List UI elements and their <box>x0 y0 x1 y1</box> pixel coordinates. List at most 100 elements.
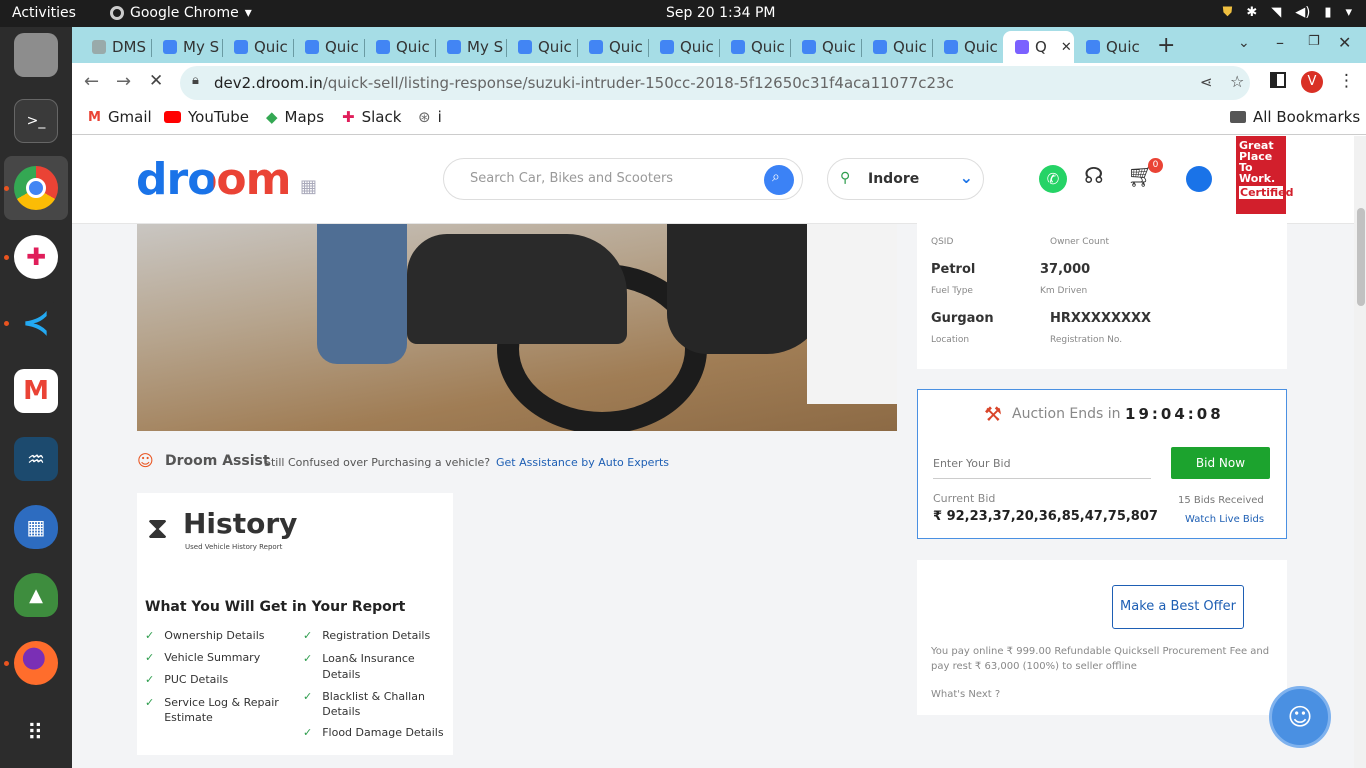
report-item-label: Loan& Insurance Details <box>322 652 415 681</box>
rocket-icon[interactable]: ▲ <box>14 573 58 617</box>
all-bookmarks-label: All Bookmarks <box>1253 108 1361 126</box>
bookmark-star-icon[interactable]: ☆ <box>1230 72 1244 91</box>
tab-5[interactable]: Quic <box>364 31 435 63</box>
mysql-workbench-icon[interactable]: ♒ <box>14 437 58 481</box>
auction-timer: 19:04:08 <box>1125 405 1224 423</box>
get-assistance-link[interactable]: Get Assistance by Auto Experts <box>496 456 669 469</box>
close-window-button[interactable]: ✕ <box>1338 33 1351 52</box>
timer-digit: 0 <box>1160 405 1175 423</box>
tab-10[interactable]: Quic <box>719 31 790 63</box>
new-tab-button[interactable]: + <box>1157 33 1175 58</box>
badge-line: Certified <box>1239 186 1294 199</box>
tab-1[interactable]: DMS <box>80 31 151 63</box>
share-icon[interactable]: ⋖ <box>1200 73 1213 91</box>
report-item: ✓ Flood Damage Details <box>303 726 444 739</box>
files-icon[interactable] <box>14 33 58 77</box>
vehicle-details-card: QSID Owner Count Petrol Fuel Type 37,000… <box>917 214 1287 369</box>
bookmark-label: YouTube <box>188 108 249 126</box>
stop-loading-button[interactable]: ✕ <box>149 71 163 91</box>
fuel-type-value: Petrol <box>931 262 976 277</box>
back-button[interactable]: ← <box>84 71 99 92</box>
firefox-icon[interactable] <box>14 641 58 685</box>
tab-3[interactable]: Quic <box>222 31 293 63</box>
report-item-label: Service Log & Repair Estimate <box>164 696 279 724</box>
tab-13[interactable]: Quic <box>932 31 1003 63</box>
tab-label: Quic <box>538 38 572 56</box>
app-menu[interactable]: Google Chrome ▾ <box>110 5 252 21</box>
tab-label: Quic <box>609 38 643 56</box>
whatsapp-icon[interactable]: ✆ <box>1039 165 1067 193</box>
tab-4[interactable]: Quic <box>293 31 364 63</box>
chrome-icon[interactable] <box>14 166 58 210</box>
chat-widget-button[interactable]: ☺ <box>1269 686 1331 748</box>
clock[interactable]: Sep 20 1:34 PM <box>666 5 776 21</box>
tab-label: My S <box>183 38 220 56</box>
bookmark-gmail[interactable]: M Gmail <box>88 108 152 126</box>
minimize-button[interactable]: – <box>1276 33 1284 52</box>
youtube-icon <box>164 111 181 123</box>
tab-9[interactable]: Quic <box>648 31 719 63</box>
tab-15[interactable]: Quic <box>1074 31 1145 63</box>
location-selector[interactable]: ⚲ Indore ⌄ <box>827 158 984 200</box>
history-title: History <box>183 507 298 540</box>
vscode-icon[interactable]: ≺ <box>14 301 58 345</box>
folder-icon <box>1230 111 1246 123</box>
check-icon: ✓ <box>303 629 313 642</box>
bid-input[interactable]: Enter Your Bid <box>933 447 1151 479</box>
address-bar[interactable]: 🔒︎ dev2.droom.in/quick-sell/listing-resp… <box>180 66 1250 100</box>
droom-logo[interactable]: droom <box>136 154 291 205</box>
registration-value: HRXXXXXXXX <box>1050 311 1152 326</box>
app-grid-icon[interactable]: ⠿ <box>14 712 58 756</box>
vehicle-photo[interactable] <box>137 224 897 431</box>
tab-favicon-icon <box>1015 40 1029 54</box>
bookmark-youtube[interactable]: YouTube <box>164 108 249 126</box>
bid-now-button[interactable]: Bid Now <box>1171 447 1270 479</box>
tab-2[interactable]: My S <box>151 31 222 63</box>
gmail-icon[interactable]: M <box>14 369 58 413</box>
tab-search-icon[interactable]: ⌄ <box>1238 35 1250 51</box>
site-info-icon[interactable]: 🔒︎ <box>192 73 199 88</box>
offer-card: Make a Best Offer You pay online ₹ 999.0… <box>917 560 1287 715</box>
tab-favicon-icon <box>163 40 177 54</box>
tab-label: Quic <box>1106 38 1140 56</box>
bookmark-i[interactable]: ⊛ i <box>418 108 442 126</box>
bookmark-maps[interactable]: ◆ Maps <box>266 108 324 126</box>
forward-button[interactable]: → <box>116 71 131 92</box>
tab-14[interactable]: Q ✕ <box>1003 31 1074 63</box>
check-icon: ✓ <box>145 673 155 686</box>
current-bid-value: ₹ 92,23,37,20,36,85,47,75,807 <box>933 509 1158 524</box>
whats-next-link[interactable]: What's Next ? <box>931 689 1000 700</box>
security-app-icon[interactable]: ▦ <box>14 505 58 549</box>
tab-7[interactable]: Quic <box>506 31 577 63</box>
badge-line: Work. <box>1239 172 1276 185</box>
user-account-icon[interactable] <box>1186 166 1212 192</box>
apps-grid-icon[interactable]: ▦ <box>300 176 317 197</box>
close-tab-icon[interactable]: ✕ <box>1061 40 1072 55</box>
check-icon: ✓ <box>303 690 313 703</box>
all-bookmarks[interactable]: All Bookmarks <box>1230 108 1360 126</box>
side-panel-icon[interactable] <box>1270 72 1286 88</box>
system-tray[interactable]: ⛊ ✱ ◥ ◀) ▮ ▾ <box>1223 5 1352 20</box>
search-icon[interactable]: ⌕ <box>764 165 794 195</box>
make-best-offer-button[interactable]: Make a Best Offer <box>1112 585 1244 629</box>
menu-icon[interactable]: ⋮ <box>1338 71 1355 91</box>
scrollbar-thumb[interactable] <box>1357 208 1365 306</box>
history-report-card[interactable]: ⧗ History Used Vehicle History Report Wh… <box>137 493 453 755</box>
tab-label: Quic <box>751 38 785 56</box>
tab-12[interactable]: Quic <box>861 31 932 63</box>
page-scrollbar[interactable] <box>1354 136 1366 768</box>
tab-8[interactable]: Quic <box>577 31 648 63</box>
timer-digit: 9 <box>1138 405 1152 423</box>
slack-icon[interactable]: ✚ <box>14 235 58 279</box>
search-input[interactable]: Search Car, Bikes and Scooters ⌕ <box>443 158 803 200</box>
profile-avatar[interactable]: V <box>1301 71 1323 93</box>
watch-live-bids-link[interactable]: Watch Live Bids <box>1185 514 1264 525</box>
tab-11[interactable]: Quic <box>790 31 861 63</box>
tab-6[interactable]: My S <box>435 31 506 63</box>
terminal-icon[interactable]: >_ <box>14 99 58 143</box>
support-headset-icon[interactable]: ☊ <box>1084 164 1104 189</box>
maximize-button[interactable]: ❐ <box>1308 34 1320 49</box>
tab-favicon-icon <box>731 40 745 54</box>
activities-button[interactable]: Activities <box>12 5 76 21</box>
bookmark-slack[interactable]: ✚ Slack <box>342 108 401 126</box>
